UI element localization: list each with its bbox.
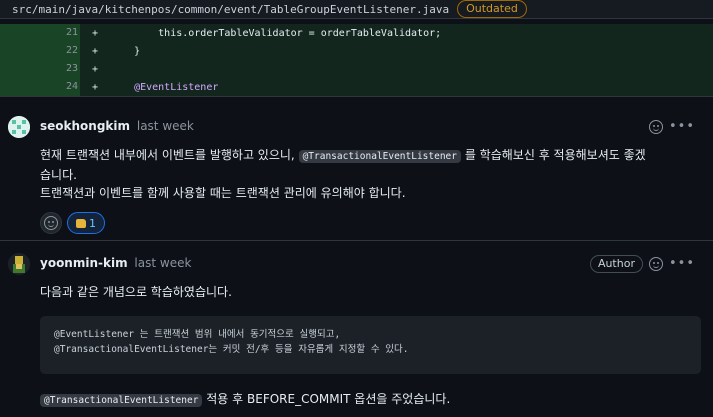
diff-code: @EventListener — [110, 81, 219, 93]
diff-line: 23 + — [0, 60, 713, 78]
comment-actions: Author ••• — [589, 255, 695, 273]
diff-sign: + — [91, 63, 99, 75]
add-reaction-icon[interactable] — [648, 257, 663, 271]
add-reaction-icon[interactable] — [648, 120, 663, 134]
line-number[interactable]: 22 — [0, 42, 80, 60]
file-header: src/main/java/kitchenpos/common/event/Ta… — [0, 0, 713, 19]
comment-body: @TransactionalEventListener 적용 후 BEFORE_… — [40, 390, 705, 410]
diff-code: this.orderTableValidator = orderTableVal… — [110, 27, 442, 39]
author-name[interactable]: yoonmin-kim — [40, 256, 128, 270]
kebab-menu-icon[interactable]: ••• — [669, 120, 695, 133]
reactions-bar: 1 — [40, 212, 105, 234]
timestamp[interactable]: last week — [134, 256, 191, 270]
smile-icon — [44, 216, 58, 230]
code-line: @EventListener 는 트랜잭션 범위 내에서 동기적으로 실행되고, — [54, 329, 341, 340]
timestamp[interactable]: last week — [137, 119, 194, 133]
diff-code: } — [110, 45, 141, 57]
thumbs-up-icon — [76, 218, 86, 228]
diff-divider — [0, 96, 713, 97]
author-badge: Author — [589, 255, 643, 273]
line-number[interactable]: 21 — [0, 24, 80, 42]
body-text: 트랜잭션과 이벤트를 함께 사용할 때는 트랜잭션 관리에 유의해야 합니다. — [40, 186, 406, 200]
kebab-menu-icon[interactable]: ••• — [669, 257, 695, 270]
diff-line: 24 + @EventListener — [0, 78, 713, 96]
reaction-count: 1 — [89, 216, 96, 230]
diff-sign: + — [91, 81, 99, 93]
diff-line: 22 + } — [0, 42, 713, 60]
comment-header: yoonmin-kim last week — [40, 256, 191, 270]
body-text: 다음과 같은 개념으로 학습하였습니다. — [40, 285, 232, 299]
thumbs-up-reaction[interactable]: 1 — [67, 212, 105, 234]
diff-hunk: 21 + this.orderTableValidator = orderTab… — [0, 24, 713, 96]
diff-sign: + — [91, 27, 99, 39]
body-text: 습니다. — [40, 168, 77, 182]
add-reaction-button[interactable] — [40, 212, 62, 234]
file-path-link[interactable]: src/main/java/kitchenpos/common/event/Ta… — [12, 3, 449, 16]
avatar[interactable] — [8, 253, 30, 275]
code-line: @TransactionalEventListener는 커밋 전/후 등을 자… — [54, 344, 409, 355]
comment-body: 현재 트랜잭션 내부에서 이벤트를 발행하고 있으니, @Transaction… — [40, 146, 705, 202]
diff-sign: + — [91, 45, 99, 57]
body-text: 적용 후 BEFORE_COMMIT 옵션을 주었습니다. — [206, 392, 451, 406]
code-block: @EventListener 는 트랜잭션 범위 내에서 동기적으로 실행되고,… — [40, 316, 701, 374]
body-text: 를 학습해보신 후 적용해보셔도 좋겠 — [464, 148, 646, 162]
comment-divider — [0, 240, 713, 241]
line-number[interactable]: 24 — [0, 78, 80, 96]
outdated-badge: Outdated — [457, 0, 527, 18]
avatar[interactable] — [8, 116, 30, 138]
body-text: 현재 트랜잭션 내부에서 이벤트를 발행하고 있으니, — [40, 148, 295, 162]
author-name[interactable]: seokhongkim — [40, 119, 130, 133]
comment-header: seokhongkim last week — [40, 119, 194, 133]
comment-actions: ••• — [648, 120, 695, 134]
comment-body: 다음과 같은 개념으로 학습하였습니다. — [40, 283, 705, 301]
diff-line: 21 + this.orderTableValidator = orderTab… — [0, 24, 713, 42]
inline-code: @TransactionalEventListener — [298, 150, 461, 163]
inline-code: @TransactionalEventListener — [40, 394, 203, 407]
line-number[interactable]: 23 — [0, 60, 80, 78]
